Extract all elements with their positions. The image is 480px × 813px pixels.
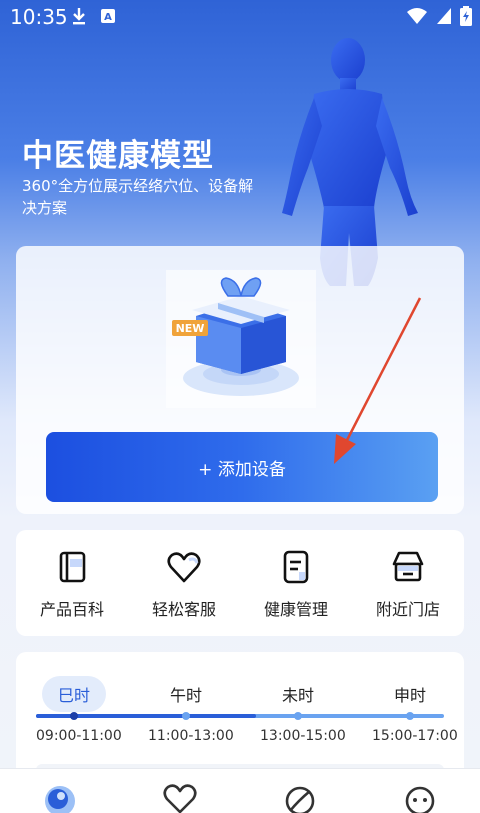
period-label: 午时 <box>169 686 202 705</box>
new-device-gift-illustration: NEW <box>166 270 316 408</box>
bottom-nav <box>0 768 480 813</box>
page-subtitle: 360°全方位展示经络穴位、设备解决方案 <box>22 177 254 217</box>
period-label: 巳时 <box>41 676 106 712</box>
battery-charging-icon <box>460 6 472 26</box>
quick-action-nearby-stores[interactable]: 附近门店 <box>352 548 464 620</box>
period-tab-wu[interactable]: 午时 <box>130 676 242 712</box>
period-label: 未时 <box>281 686 314 705</box>
page-title: 中医健康模型 <box>22 138 214 174</box>
period-label: 申时 <box>393 686 426 705</box>
home-globe-icon[interactable] <box>40 779 80 813</box>
font-badge-icon: A <box>101 9 115 23</box>
quick-action-label: 轻松客服 <box>151 600 216 619</box>
period-time-range: 13:00-15:00 <box>260 728 346 744</box>
timeline-track <box>36 714 444 718</box>
device-card: NEW + 添加设备 <box>16 246 464 514</box>
quick-action-label: 健康管理 <box>263 600 328 619</box>
quick-action-label: 附近门店 <box>375 600 440 619</box>
timeline-dot <box>70 712 78 720</box>
period-tab-si[interactable]: 巳时 <box>18 676 130 712</box>
heart-icon <box>167 552 201 583</box>
document-icon <box>283 550 309 584</box>
book-icon <box>59 551 86 583</box>
quick-actions: 产品百科 轻松客服 健康管理 附近门店 <box>16 530 464 636</box>
timeline-dot <box>182 712 190 720</box>
download-icon <box>73 8 85 25</box>
quick-action-label: 产品百科 <box>39 600 104 619</box>
period-time-range: 09:00-11:00 <box>36 728 122 744</box>
period-time-range: 11:00-13:00 <box>148 728 234 744</box>
leaf-icon[interactable] <box>280 779 320 813</box>
meridian-time-card: 巳时 午时 未时 申时 09:00-11:00 11:00-13:00 13:0… <box>16 652 464 782</box>
timeline-dot <box>406 712 414 720</box>
period-time-range: 15:00-17:00 <box>372 728 458 744</box>
period-tab-wei[interactable]: 未时 <box>242 676 354 712</box>
add-device-button[interactable]: + 添加设备 <box>46 432 438 502</box>
status-time: 10:35 <box>10 5 68 29</box>
quick-action-customer-service[interactable]: 轻松客服 <box>128 548 240 620</box>
heart-icon[interactable] <box>160 779 200 813</box>
quick-action-health-management[interactable]: 健康管理 <box>240 548 352 620</box>
quick-action-product-encyclopedia[interactable]: 产品百科 <box>16 548 128 620</box>
cellular-icon <box>437 8 451 24</box>
new-badge: NEW <box>176 322 205 335</box>
profile-face-icon[interactable] <box>400 779 440 813</box>
timeline-dot <box>294 712 302 720</box>
store-icon <box>392 551 424 582</box>
svg-text:A: A <box>104 12 112 23</box>
period-tab-shen[interactable]: 申时 <box>354 676 464 712</box>
wifi-icon <box>407 8 427 24</box>
